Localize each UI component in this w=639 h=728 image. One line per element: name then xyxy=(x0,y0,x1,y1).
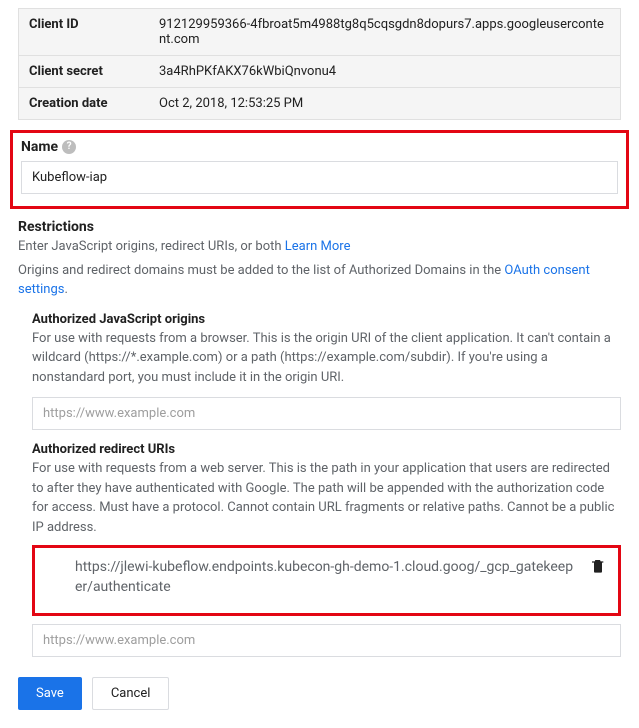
redirect-uri-value[interactable]: https://jlewi-kubeflow.endpoints.kubecon… xyxy=(75,558,580,597)
restrictions-desc: Enter JavaScript origins, redirect URIs,… xyxy=(18,237,621,257)
name-label: Name xyxy=(21,139,58,155)
redirect-uris-heading: Authorized redirect URIs xyxy=(32,442,621,457)
redirect-uris-desc: For use with requests from a web server.… xyxy=(32,459,621,537)
client-secret-row: Client secret 3a4RhPKfAKX76kWbiQnvonu4 xyxy=(19,56,620,88)
client-id-label: Client ID xyxy=(29,17,159,47)
client-secret-value: 3a4RhPKfAKX76kWbiQnvonu4 xyxy=(159,64,610,79)
name-input[interactable] xyxy=(21,161,618,194)
trash-icon[interactable] xyxy=(590,558,606,574)
save-button[interactable]: Save xyxy=(18,677,82,710)
js-origins-input[interactable] xyxy=(32,397,621,430)
name-highlight-box: Name ? xyxy=(10,130,629,209)
js-origins-section: Authorized JavaScript origins For use wi… xyxy=(32,312,621,431)
redirect-uris-input[interactable] xyxy=(32,624,621,657)
name-label-row: Name ? xyxy=(21,139,618,155)
button-row: Save Cancel xyxy=(18,677,621,710)
cancel-button[interactable]: Cancel xyxy=(92,677,170,710)
creation-date-value: Oct 2, 2018, 12:53:25 PM xyxy=(159,96,610,111)
creation-date-label: Creation date xyxy=(29,96,159,111)
help-icon[interactable]: ? xyxy=(62,140,76,154)
redirect-uri-highlight-box: https://jlewi-kubeflow.endpoints.kubecon… xyxy=(32,545,621,616)
restrictions-heading: Restrictions xyxy=(18,219,621,235)
learn-more-link[interactable]: Learn More xyxy=(285,239,351,254)
client-secret-label: Client secret xyxy=(29,64,159,79)
client-id-value: 912129959366-4fbroat5m4988tg8q5cqsgdn8do… xyxy=(159,17,610,47)
creation-date-row: Creation date Oct 2, 2018, 12:53:25 PM xyxy=(19,88,620,119)
client-info-table: Client ID 912129959366-4fbroat5m4988tg8q… xyxy=(18,8,621,120)
redirect-uris-section: Authorized redirect URIs For use with re… xyxy=(32,442,621,657)
js-origins-desc: For use with requests from a browser. Th… xyxy=(32,329,621,388)
client-id-row: Client ID 912129959366-4fbroat5m4988tg8q… xyxy=(19,9,620,56)
js-origins-heading: Authorized JavaScript origins xyxy=(32,312,621,327)
domains-desc: Origins and redirect domains must be add… xyxy=(18,261,621,300)
